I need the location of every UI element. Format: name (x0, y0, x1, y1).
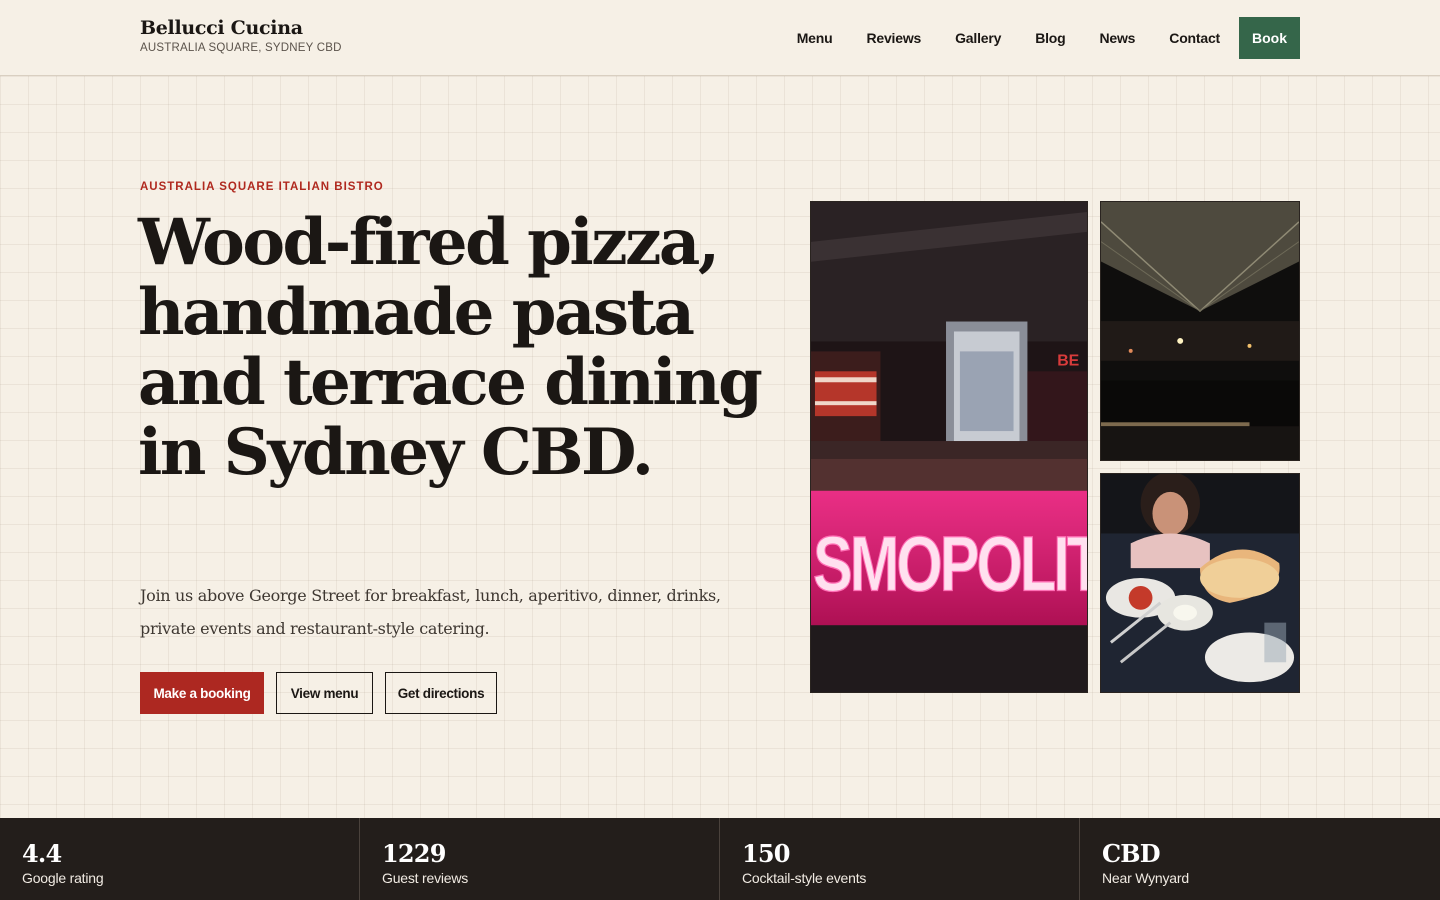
site-header: Bellucci Cucina AUSTRALIA SQUARE, SYDNEY… (0, 0, 1440, 76)
photo-terrace (1100, 201, 1300, 461)
hero-eyebrow: AUSTRALIA SQUARE ITALIAN BISTRO (140, 181, 384, 193)
stat-label: Cocktail-style events (742, 870, 867, 886)
photo-diner (1100, 473, 1300, 693)
get-directions-button[interactable]: Get directions (385, 672, 497, 714)
photo-neon-bar: BE SMOPOLIT (810, 201, 1088, 693)
stat-events: 150 Cocktail-style events (720, 818, 1080, 900)
nav-contact[interactable]: Contact (1169, 30, 1220, 46)
stat-value: 1229 (382, 839, 446, 868)
stat-rating: 4.4 Google rating (0, 818, 360, 900)
neon-sign: SMOPOLIT (813, 520, 1087, 608)
nav-reviews[interactable]: Reviews (866, 30, 921, 46)
stat-location: CBD Near Wynyard (1080, 818, 1440, 900)
stat-label: Near Wynyard (1102, 870, 1189, 886)
make-booking-button[interactable]: Make a booking (140, 672, 264, 714)
stat-value: 4.4 (22, 839, 62, 868)
view-menu-button[interactable]: View menu (276, 672, 373, 714)
stats-bar: 4.4 Google rating 1229 Guest reviews 150… (0, 818, 1440, 900)
main-nav: Menu Reviews Gallery Blog News Contact B… (763, 17, 1300, 59)
brand[interactable]: Bellucci Cucina AUSTRALIA SQUARE, SYDNEY… (140, 17, 342, 54)
nav-blog[interactable]: Blog (1035, 30, 1066, 46)
stat-value: 150 (742, 839, 791, 868)
stat-reviews: 1229 Guest reviews (360, 818, 720, 900)
book-button[interactable]: Book (1239, 17, 1300, 59)
hero-lead: Join us above George Street for breakfas… (140, 586, 721, 638)
brand-name[interactable]: Bellucci Cucina (140, 17, 342, 39)
nav-gallery[interactable]: Gallery (955, 30, 1001, 46)
stat-label: Guest reviews (382, 870, 469, 886)
hero-title: Wood-fired pizza, handmade pasta and ter… (138, 205, 763, 490)
sign-fragment: BE (1057, 352, 1079, 369)
stat-value: CBD (1102, 839, 1161, 868)
hero-actions: Make a booking View menu Get directions (140, 672, 509, 714)
nav-news[interactable]: News (1100, 30, 1136, 46)
brand-location: AUSTRALIA SQUARE, SYDNEY CBD (140, 42, 342, 54)
nav-menu[interactable]: Menu (797, 30, 833, 46)
stat-label: Google rating (22, 870, 104, 886)
